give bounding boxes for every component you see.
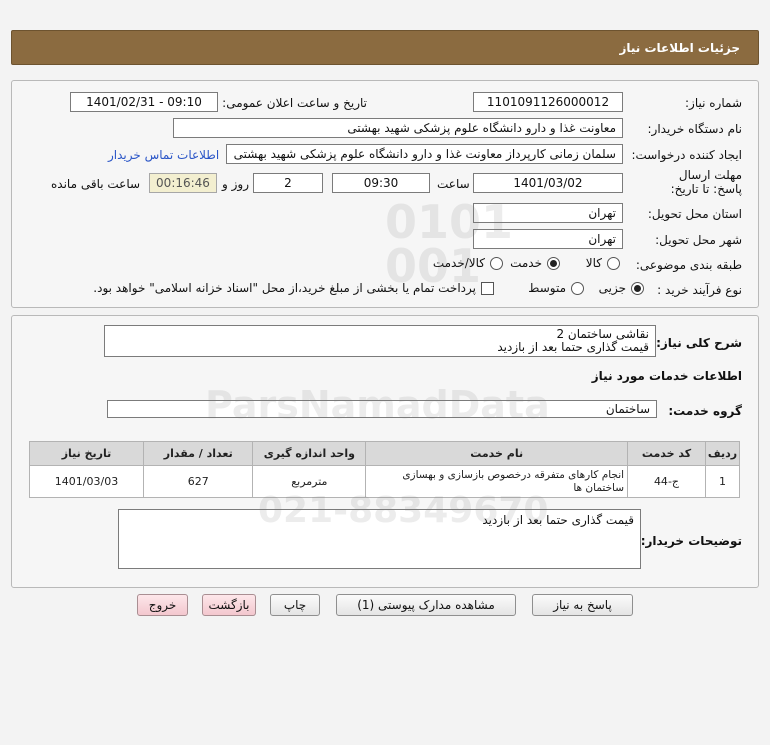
buyer-notes-box: قیمت گذاری حتما بعد از بازدید xyxy=(118,509,641,569)
page-title-bar: جزئیات اطلاعات نیاز xyxy=(11,30,759,65)
requester-field: سلمان زمانی کارپرداز معاونت غذا و دارو د… xyxy=(226,144,623,164)
treasury-payment-checkbox[interactable]: پرداخت تمام یا بخشی از مبلغ خرید،از محل … xyxy=(93,281,494,295)
days-field: 2 xyxy=(253,173,323,193)
cell-quantity: 627 xyxy=(142,465,254,498)
service-group-label: گروه خدمت: xyxy=(668,404,742,418)
province-label: استان محل تحویل: xyxy=(647,207,742,221)
buyer-notes-label: توضیحات خریدار: xyxy=(640,534,742,548)
col-service-name: نام خدمت xyxy=(365,441,629,466)
services-table: ردیف کد خدمت نام خدمت واحد اندازه گیری ت… xyxy=(29,441,741,498)
province-field: تهران xyxy=(473,203,623,223)
requester-label: ایجاد کننده درخواست: xyxy=(631,148,742,162)
col-service-code: کد خدمت xyxy=(627,441,706,466)
need-number-label: شماره نیاز: xyxy=(685,96,742,110)
city-field: تهران xyxy=(473,229,623,249)
need-number-field: 1101091126000012 xyxy=(473,92,623,112)
exit-button[interactable]: خروج xyxy=(137,594,188,616)
category-option-goods[interactable]: کالا xyxy=(586,256,620,270)
table-header-row: ردیف کد خدمت نام خدمت واحد اندازه گیری ت… xyxy=(29,441,741,466)
description-label: شرح کلی نیاز: xyxy=(656,336,742,350)
radio-icon[interactable] xyxy=(571,281,584,295)
page-title: جزئیات اطلاعات نیاز xyxy=(619,40,740,55)
category-label: طبقه بندی موضوعی: xyxy=(635,258,742,272)
radio-selected-icon[interactable] xyxy=(547,256,560,270)
remaining-time-field: 00:16:46 xyxy=(149,173,217,193)
city-label: شهر محل تحویل: xyxy=(655,233,742,247)
cell-need-date: 1401/03/03 xyxy=(29,465,144,498)
process-label: نوع فرآیند خرید : xyxy=(657,283,742,297)
need-info-panel xyxy=(11,80,759,308)
remaining-label: ساعت باقی مانده xyxy=(51,177,141,191)
deadline-date-field: 1401/03/02 xyxy=(473,173,623,193)
services-section-title: اطلاعات خدمات مورد نیاز xyxy=(591,369,742,383)
col-quantity: تعداد / مقدار xyxy=(142,441,254,466)
announce-field: 1401/02/31 - 09:10 xyxy=(70,92,218,112)
days-label: روز و xyxy=(222,177,249,191)
view-attachments-button[interactable]: مشاهده مدارک پیوستی (1) xyxy=(336,594,516,616)
description-line-2: قیمت گذاری حتما بعد از بازدید xyxy=(497,340,649,354)
col-need-date: تاریخ نیاز xyxy=(29,441,144,466)
col-row-number: ردیف xyxy=(704,441,741,466)
radio-icon[interactable] xyxy=(490,256,503,270)
table-row: 1 ج-44 انجام کارهای متفرقه درخصوص بازساز… xyxy=(29,465,741,498)
category-option-goods-service[interactable]: کالا/خدمت xyxy=(433,256,503,270)
cell-unit: مترمربع xyxy=(252,465,367,498)
buyer-notes-text: قیمت گذاری حتما بعد از بازدید xyxy=(482,513,634,527)
radio-selected-icon[interactable] xyxy=(631,281,644,295)
buyer-org-label: نام دستگاه خریدار: xyxy=(647,122,743,136)
announce-label: تاریخ و ساعت اعلان عمومی: xyxy=(222,96,367,110)
radio-icon[interactable] xyxy=(607,256,620,270)
print-button[interactable]: چاپ xyxy=(270,594,320,616)
buyer-org-field: معاونت غذا و دارو دانشگاه علوم پزشکی شهی… xyxy=(173,118,623,138)
category-option-service[interactable]: خدمت xyxy=(510,256,560,270)
checkbox-icon[interactable] xyxy=(481,281,494,295)
process-option-minor[interactable]: جزیی xyxy=(599,281,644,295)
buyer-contact-link[interactable]: اطلاعات تماس خریدار xyxy=(108,148,219,162)
service-group-field: ساختمان xyxy=(107,400,657,418)
deadline-label: مهلت ارسال پاسخ: تا تاریخ: xyxy=(670,168,742,196)
col-unit: واحد اندازه گیری xyxy=(252,441,367,466)
cell-row-number: 1 xyxy=(704,465,741,498)
process-option-medium[interactable]: متوسط xyxy=(528,281,584,295)
back-button[interactable]: بازگشت xyxy=(202,594,256,616)
description-box: نقاشی ساختمان 2 قیمت گذاری حتما بعد از ب… xyxy=(104,325,656,357)
reply-button[interactable]: پاسخ به نیاز xyxy=(532,594,633,616)
time-label: ساعت xyxy=(437,177,470,191)
cell-service-code: ج-44 xyxy=(627,465,706,498)
cell-service-name: انجام کارهای متفرقه درخصوص بازسازی و بهس… xyxy=(365,465,629,498)
deadline-time-field: 09:30 xyxy=(332,173,430,193)
